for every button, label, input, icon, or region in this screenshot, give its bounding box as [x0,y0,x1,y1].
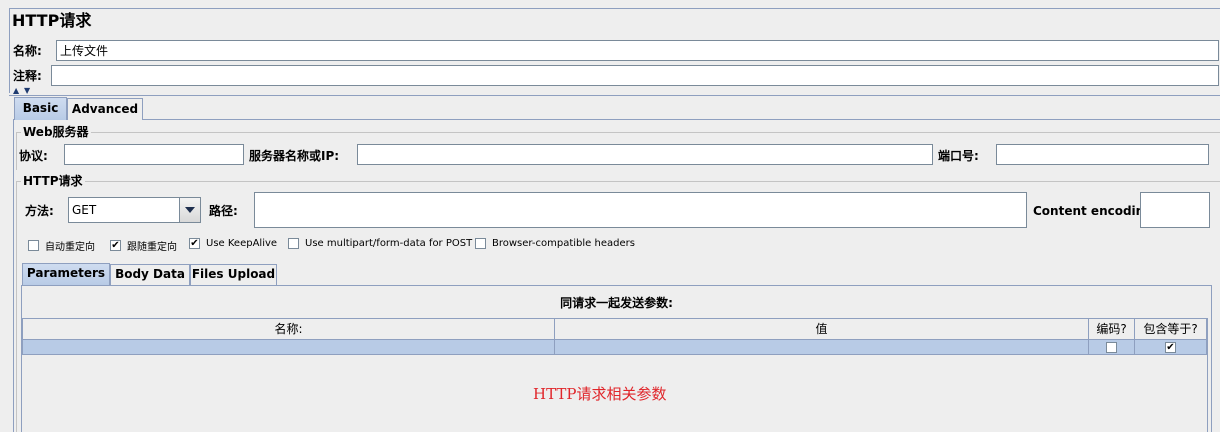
http-request-group-title: HTTP请求 [21,174,85,188]
checkbox-box[interactable] [288,238,299,249]
cell-include-equals[interactable]: ✔ [1135,340,1207,355]
name-label: 名称: [13,44,42,58]
encode-checkbox[interactable] [1106,341,1117,353]
dropdown-button[interactable] [179,198,200,222]
checkbox-label: Browser-compatible headers [492,238,635,249]
column-header-include-equals[interactable]: 包含等于? [1135,318,1207,340]
protocol-input[interactable] [64,144,244,165]
check-icon: ✔ [111,240,120,251]
multipart-checkbox[interactable]: Use multipart/form-data for POST [288,238,472,249]
auto-redirect-checkbox[interactable]: 自动重定向 [28,238,95,253]
method-label: 方法: [25,204,54,218]
table-caption: 同请求一起发送参数: [560,296,673,310]
encoding-label: Content encoding: [1033,204,1158,218]
tab-body-data[interactable]: Body Data [110,264,190,285]
chevron-up-icon[interactable]: ▲ [13,86,19,95]
page-title: HTTP请求 [12,11,92,30]
check-icon: ✔ [1166,341,1175,353]
server-label: 服务器名称或IP: [249,149,340,163]
cell-name[interactable] [22,340,555,355]
check-icon: ✔ [190,238,199,249]
encoding-input[interactable] [1140,192,1210,228]
path-input[interactable] [254,192,1027,228]
web-server-group-title: Web服务器 [21,125,91,139]
checkbox-label: 自动重定向 [45,242,95,253]
comment-label: 注释: [13,69,42,83]
method-select[interactable]: GET [68,197,201,223]
checkbox-label: Use KeepAlive [206,238,278,249]
port-input[interactable] [996,144,1209,165]
collapse-divider[interactable]: ▲ ▼ [9,86,1220,95]
checkbox-label: 跟随重定向 [127,242,177,253]
checkbox-box[interactable]: ✔ [189,238,200,249]
divider-line [9,95,1220,96]
port-label: 端口号: [938,149,979,163]
tab-advanced[interactable]: Advanced [67,98,143,120]
checkbox-label: Use multipart/form-data for POST [305,238,473,249]
tab-files-upload[interactable]: Files Upload [190,264,277,285]
chevron-down-icon[interactable]: ▼ [24,86,30,95]
cell-value[interactable] [555,340,1089,355]
cell-encode[interactable] [1089,340,1135,355]
path-label: 路径: [209,204,238,218]
name-input[interactable] [56,40,1219,61]
browser-headers-checkbox[interactable]: Browser-compatible headers [475,238,635,249]
comment-input[interactable] [51,65,1219,86]
table-right-line [1207,318,1208,432]
options-row: 自动重定向 ✔ 跟随重定向 ✔ Use KeepAlive Use multip… [28,238,728,254]
keepalive-checkbox[interactable]: ✔ Use KeepAlive [189,238,277,249]
column-header-name[interactable]: 名称: [22,318,555,340]
column-header-encode[interactable]: 编码? [1089,318,1135,340]
tab-basic[interactable]: Basic [14,97,67,120]
chevron-down-icon [185,207,195,213]
checkbox-box[interactable] [475,238,486,249]
annotation-text: HTTP请求相关参数 [533,385,667,403]
checkbox-box[interactable] [28,240,39,251]
follow-redirect-checkbox[interactable]: ✔ 跟随重定向 [110,238,177,253]
protocol-label: 协议: [19,149,48,163]
method-value: GET [72,203,97,217]
checkbox-box[interactable]: ✔ [110,240,121,251]
column-header-value[interactable]: 值 [555,318,1089,340]
tab-parameters[interactable]: Parameters [22,263,110,285]
include-equals-checkbox[interactable]: ✔ [1165,341,1176,353]
server-input[interactable] [357,144,933,165]
